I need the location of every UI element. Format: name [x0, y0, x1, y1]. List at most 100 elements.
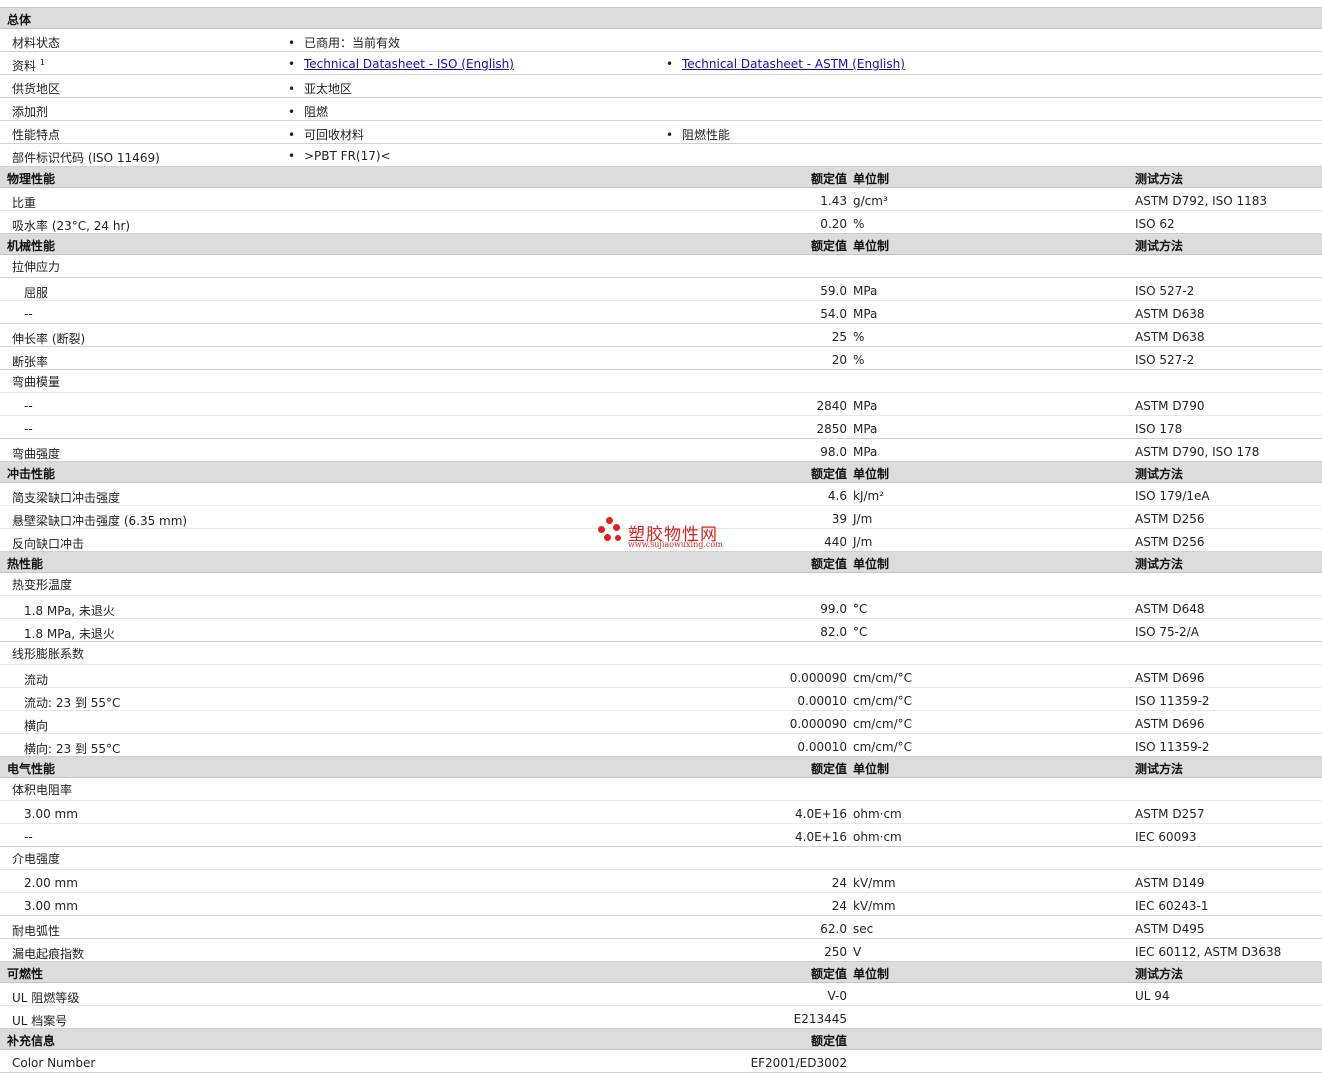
property-unit: cm/cm/°C	[853, 740, 913, 754]
property-test-method: ASTM D149	[1135, 876, 1205, 890]
general-row-label: 部件标识代码 (ISO 11469)	[12, 149, 160, 166]
property-label: 断张率	[12, 355, 49, 369]
column-header-value: 额定值	[810, 467, 847, 481]
property-label: 伸长率 (断裂)	[12, 332, 86, 346]
property-test-method: ISO 62	[1135, 217, 1175, 231]
property-row: -- 54.0 MPa ASTM D638	[0, 301, 1322, 324]
general-row-label: 性能特点	[12, 126, 60, 143]
property-unit: °C	[853, 625, 868, 639]
property-test-method: IEC 60093	[1135, 830, 1197, 844]
property-value: 82.0	[820, 625, 847, 639]
property-label: 2.00 mm	[24, 876, 78, 890]
property-label: --	[24, 830, 33, 844]
property-label: 悬壁梁缺口冲击强度 (6.35 mm)	[12, 514, 188, 528]
property-test-method: ASTM D790, ISO 178	[1135, 445, 1260, 459]
property-row: 3.00 mm 4.0E+16 ohm·cm ASTM D257	[0, 801, 1322, 824]
property-label: --	[24, 399, 33, 413]
property-label: 体积电阻率	[12, 783, 73, 797]
property-label: UL 阻燃等级	[12, 991, 80, 1005]
property-unit: ohm·cm	[853, 830, 902, 844]
property-unit: cm/cm/°C	[853, 717, 913, 731]
property-row: UL 阻燃等级 V-0 UL 94	[0, 983, 1322, 1006]
property-row: 断张率 20% ISO 527-2	[0, 347, 1322, 370]
property-label: 反向缺口冲击	[12, 537, 85, 551]
section-header: 机械性能 额定值 单位制 测试方法	[0, 234, 1322, 255]
section-header: 补充信息 额定值	[0, 1029, 1322, 1050]
property-unit: MPa	[853, 445, 878, 459]
property-value: 4.0E+16	[795, 830, 847, 844]
property-test-method: UL 94	[1135, 989, 1170, 1003]
property-value: 98.0	[820, 445, 847, 459]
property-unit: kV/mm	[853, 876, 896, 890]
property-unit: sec	[853, 922, 874, 936]
property-value: EF2001/ED3002	[750, 1056, 847, 1070]
property-value: 39	[831, 512, 847, 526]
general-row-item: • 阻燃性能	[666, 126, 730, 143]
general-row: 材料状态 • 已商用：当前有效	[0, 29, 1322, 52]
property-test-method: ISO 11359-2	[1135, 694, 1210, 708]
column-header-value: 额定值	[810, 967, 847, 981]
property-unit: cm/cm/°C	[853, 671, 913, 685]
property-label: 3.00 mm	[24, 899, 78, 913]
property-label: 耐电弧性	[12, 924, 61, 938]
column-header-unit: 单位制	[853, 967, 890, 981]
property-group-row: 介电强度	[0, 847, 1322, 870]
property-test-method: ASTM D790	[1135, 399, 1205, 413]
property-label: 吸水率 (23°C, 24 hr)	[12, 219, 131, 233]
property-test-method: ASTM D648	[1135, 602, 1205, 616]
property-label: 横向	[24, 719, 49, 733]
property-value: 4.6	[827, 489, 847, 503]
footnote-marker: 1	[39, 58, 45, 67]
property-unit: cm/cm/°C	[853, 694, 913, 708]
property-label: Color Number	[12, 1056, 96, 1070]
property-row: 屈服 59.0 MPa ISO 527-2	[0, 278, 1322, 301]
property-label: 比重	[12, 196, 37, 210]
general-row-item: • >PBT FR(17)<	[288, 149, 391, 163]
property-test-method: IEC 60243-1	[1135, 899, 1209, 913]
property-group-row: 热变形温度	[0, 573, 1322, 596]
property-label: 流动: 23 到 55°C	[24, 696, 121, 710]
datasheet-link[interactable]: Technical Datasheet - ISO (English)	[304, 57, 514, 71]
property-label: 弯曲强度	[12, 447, 61, 461]
property-test-method: ISO 75-2/A	[1135, 625, 1199, 639]
property-value: 440	[824, 535, 847, 549]
item-text: 阻燃性能	[682, 128, 731, 142]
property-unit: %	[853, 353, 865, 367]
general-row: 添加剂 • 阻燃	[0, 98, 1322, 121]
watermark-logo-icon	[598, 517, 624, 545]
property-row: 1.8 MPa, 未退火 82.0 °C ISO 75-2/A	[0, 619, 1322, 642]
section-header: 物理性能 额定值 单位制 测试方法	[0, 167, 1322, 188]
property-group-row: 线形膨胀系数	[0, 642, 1322, 665]
property-value: 0.00010	[797, 740, 847, 754]
property-test-method: ISO 11359-2	[1135, 740, 1210, 754]
property-row: 漏电起痕指数 250 V IEC 60112, ASTM D3638	[0, 939, 1322, 962]
property-sections: 物理性能 额定值 单位制 测试方法 比重 1.43 g/cm³ ASTM D792, ISO …	[0, 167, 1322, 1073]
property-label: --	[24, 422, 33, 436]
general-row-label: 添加剂	[12, 103, 48, 120]
watermark: 塑胶物性网 www.sujiaowuxing.com	[598, 517, 728, 553]
property-test-method: ASTM D256	[1135, 512, 1205, 526]
property-row: 1.8 MPa, 未退火 99.0 °C ASTM D648	[0, 596, 1322, 619]
column-header-test-method: 测试方法	[1135, 239, 1184, 253]
column-header-unit: 单位制	[853, 172, 890, 186]
property-label: 3.00 mm	[24, 807, 78, 821]
property-label: 漏电起痕指数	[12, 947, 85, 961]
property-row: 简支梁缺口冲击强度 4.6 kJ/m² ISO 179/1eA	[0, 483, 1322, 506]
property-label: 介电强度	[12, 852, 61, 866]
general-rows: 材料状态 • 已商用：当前有效 资料 1 • Technical Datasheet - …	[0, 29, 1322, 167]
column-header-unit: 单位制	[853, 557, 890, 571]
general-row: 部件标识代码 (ISO 11469) • >PBT FR(17)<	[0, 144, 1322, 167]
property-value: 1.43	[820, 194, 847, 208]
property-row: -- 2850 MPa ISO 178	[0, 416, 1322, 439]
item-text: 已商用：当前有效	[304, 36, 401, 50]
property-label: 屈服	[24, 286, 49, 300]
property-unit: °C	[853, 602, 868, 616]
column-header-test-method: 测试方法	[1135, 762, 1184, 776]
datasheet-link[interactable]: Technical Datasheet - ASTM (English)	[682, 57, 905, 71]
bullet-icon: •	[288, 82, 296, 96]
property-test-method: ISO 178	[1135, 422, 1183, 436]
property-row: 横向: 23 到 55°C 0.00010 cm/cm/°C ISO 11359-2	[0, 734, 1322, 757]
property-group-row: 体积电阻率	[0, 778, 1322, 801]
property-row: 2.00 mm 24 kV/mm ASTM D149	[0, 870, 1322, 893]
general-row: 资料 1 • Technical Datasheet - ISO (English)…	[0, 52, 1322, 75]
